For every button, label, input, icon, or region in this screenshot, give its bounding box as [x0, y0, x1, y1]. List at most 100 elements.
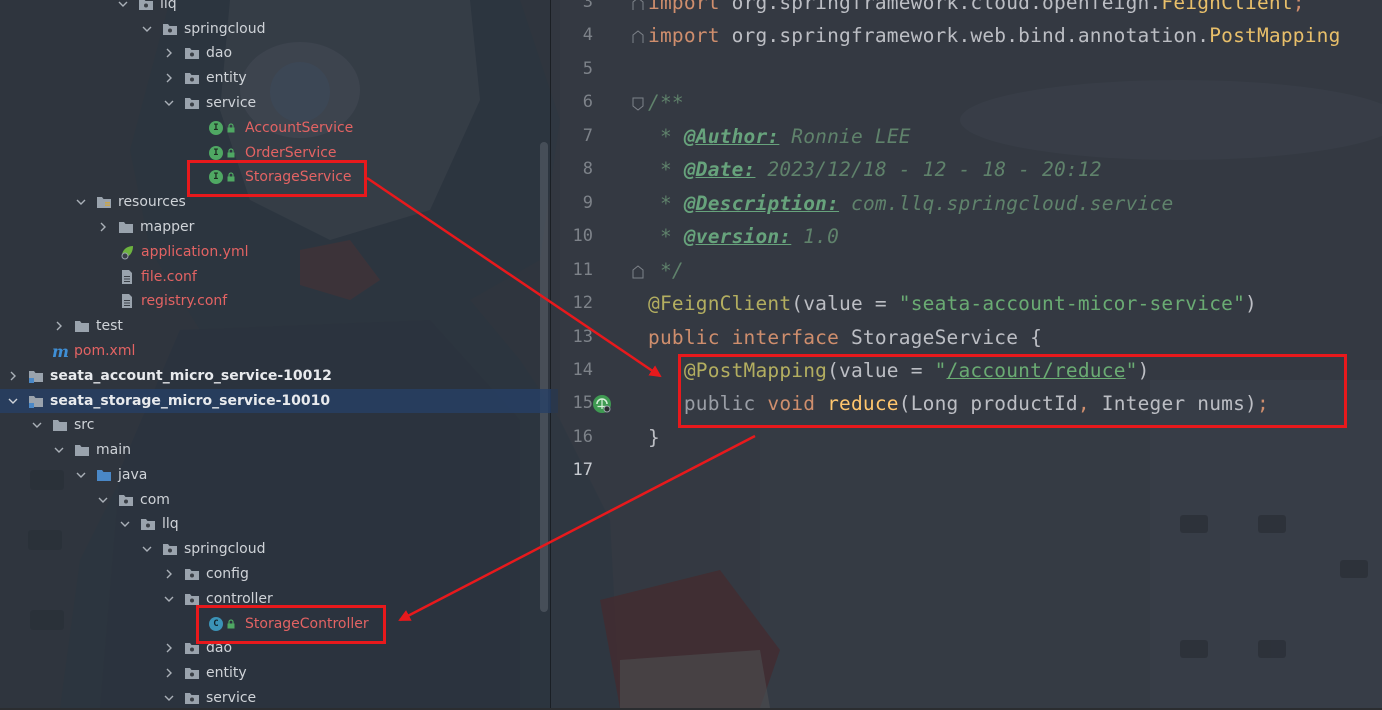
chevron-down-icon[interactable] [142, 544, 152, 554]
line-number: 3 [582, 0, 593, 12]
lock-icon [226, 148, 236, 158]
tree-row-module-storage[interactable]: seata_storage_micro_service-10010 [0, 389, 558, 413]
keyword: import [648, 24, 720, 47]
spring-endpoint-icon[interactable] [591, 393, 613, 415]
folder-icon [52, 417, 68, 433]
chevron-right-icon[interactable] [164, 668, 174, 678]
class-name: FeignClient [1161, 0, 1293, 14]
tree-row-src[interactable]: src [0, 413, 582, 437]
chevron-right-icon[interactable] [54, 321, 64, 331]
module-folder-icon [28, 368, 44, 384]
code-line-11: */ [648, 259, 684, 282]
line-number: 4 [582, 25, 593, 45]
package-folder-icon [184, 690, 200, 706]
doc-text: 1.0 [791, 225, 840, 248]
tree-label: mapper [140, 219, 195, 235]
code-line-4: import org.springframework.web.bind.anno… [648, 19, 1341, 52]
fold-marker-icon[interactable] [632, 29, 644, 43]
doc-text: * [648, 125, 684, 148]
module-folder-icon [28, 393, 44, 409]
tree-label: main [96, 442, 131, 458]
chevron-down-icon[interactable] [120, 519, 130, 529]
tree-row-java[interactable]: java [0, 463, 626, 487]
line-number: 15 [572, 393, 593, 413]
class-name: PostMapping [1209, 24, 1341, 47]
package-folder-icon [184, 95, 200, 111]
chevron-right-icon[interactable] [98, 222, 108, 232]
line-number: 14 [572, 360, 593, 380]
tree-label: test [96, 318, 123, 334]
chevron-down-icon[interactable] [164, 98, 174, 108]
line-number-current: 17 [572, 460, 593, 480]
doc-tag: @Date: [683, 158, 756, 181]
package-folder-icon [140, 516, 156, 532]
chevron-down-icon[interactable] [118, 0, 128, 9]
tree-label: file.conf [141, 269, 197, 285]
tree-label: entity [206, 70, 247, 86]
chevron-down-icon[interactable] [76, 470, 86, 480]
fold-marker-icon[interactable] [632, 0, 644, 10]
chevron-down-icon[interactable] [8, 396, 18, 406]
chevron-down-icon[interactable] [32, 420, 42, 430]
chevron-down-icon[interactable] [54, 445, 64, 455]
doc-tag: @Author: [683, 125, 780, 148]
package-folder-icon [184, 665, 200, 681]
line-number: 13 [572, 327, 593, 347]
package-folder-icon [184, 70, 200, 86]
chevron-right-icon[interactable] [164, 569, 174, 579]
chevron-right-icon[interactable] [164, 48, 174, 58]
folder-icon [74, 318, 90, 334]
tree-label: seata_account_micro_service-10012 [50, 368, 332, 384]
code-text: ; [1292, 0, 1305, 14]
tree-label: AccountService [245, 120, 354, 136]
highlight-box-storagecontroller [196, 605, 386, 644]
tree-row-pom-xml[interactable]: m pom.xml [0, 339, 602, 363]
line-number: 8 [582, 159, 593, 179]
text-file-icon [119, 293, 135, 309]
tree-label: entity [206, 665, 247, 681]
code-line-3: import org.springframework.cloud.openfei… [648, 0, 1305, 19]
folder-icon [74, 442, 90, 458]
chevron-down-icon[interactable] [142, 24, 152, 34]
chevron-right-icon[interactable] [164, 643, 174, 653]
tree-row-main[interactable]: main [0, 438, 604, 462]
highlight-box-postmapping [678, 354, 1347, 428]
code-line-10: * @version: 1.0 [648, 220, 839, 253]
doc-tag: @version: [683, 225, 792, 248]
tree-label: resources [118, 194, 186, 210]
chevron-down-icon[interactable] [76, 197, 86, 207]
line-number: 9 [582, 193, 593, 213]
annotation: @FeignClient [648, 292, 792, 315]
string-literal: "seata-account-micor-service" [898, 292, 1246, 315]
chevron-down-icon[interactable] [164, 693, 174, 703]
tree-label: dao [206, 45, 233, 61]
chevron-right-icon[interactable] [8, 371, 18, 381]
code-text: ) [1245, 292, 1257, 315]
tree-label: springcloud [184, 541, 266, 557]
fold-marker-icon[interactable] [632, 264, 644, 279]
line-number: 16 [572, 427, 593, 447]
doc-text: * [648, 158, 684, 181]
line-number-gutter: 3 4 5 6 7 8 9 10 11 12 13 14 15 16 17 [551, 0, 644, 708]
tree-label: springcloud [184, 21, 266, 37]
keyword: import [648, 0, 720, 14]
code-line-13: public interface StorageService { [648, 321, 1042, 354]
highlight-box-storageservice [187, 160, 367, 197]
tree-row-module-account[interactable]: seata_account_micro_service-10012 [0, 364, 558, 388]
doc-text: com.llq.springcloud.service [839, 192, 1174, 215]
interface-icon: I [209, 121, 223, 135]
resources-folder-icon [96, 194, 112, 210]
keyword: interface [719, 326, 840, 349]
code-line-8: * @Date: 2023/12/18 - 12 - 18 - 20:12 [648, 153, 1102, 186]
line-number: 7 [582, 126, 593, 146]
tree-label: OrderService [245, 145, 337, 161]
chevron-down-icon[interactable] [164, 594, 174, 604]
code-text: (value = [791, 292, 899, 315]
spring-yaml-icon [119, 244, 135, 260]
tree-row-test[interactable]: test [0, 314, 604, 338]
chevron-right-icon[interactable] [164, 73, 174, 83]
fold-marker-icon[interactable] [632, 96, 644, 111]
package-folder-icon [184, 45, 200, 61]
tree-label: seata_storage_micro_service-10010 [50, 393, 331, 409]
chevron-down-icon[interactable] [98, 495, 108, 505]
